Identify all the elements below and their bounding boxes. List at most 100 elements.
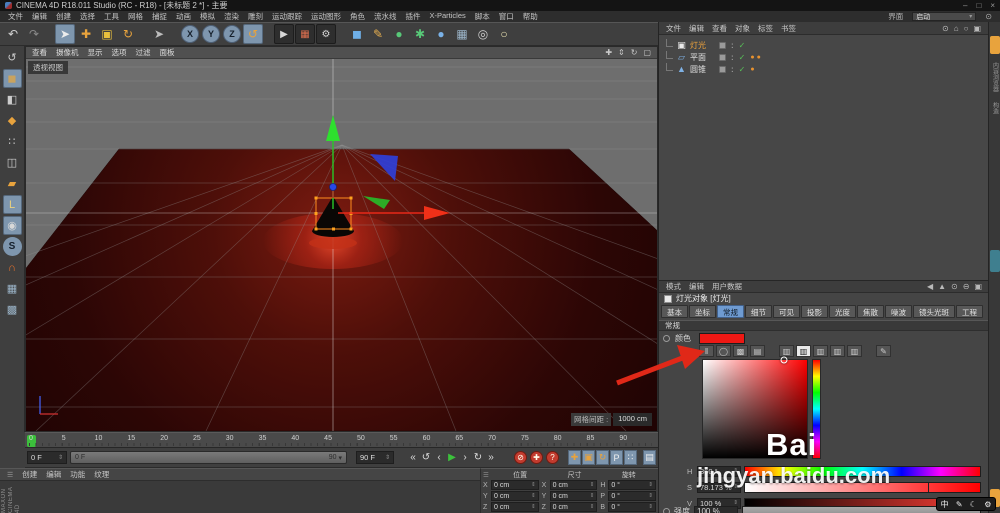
attr-menu-item[interactable]: 模式 <box>666 281 681 292</box>
picker-mode-icon[interactable]: ▥ <box>830 345 845 357</box>
frame-range-slider[interactable]: 0 F 90 ▾ <box>70 451 347 464</box>
rotation-field[interactable]: H0 ° <box>600 480 657 490</box>
om-menu-item[interactable]: 编辑 <box>689 23 704 34</box>
attribute-tab[interactable]: 镜头光斑 <box>913 305 955 318</box>
picker-mode-icon[interactable]: ‖ <box>699 345 714 357</box>
mode-icon[interactable]: ◆ <box>3 111 22 130</box>
menu-item[interactable]: 创建 <box>56 11 71 22</box>
om-menu-item[interactable]: 文件 <box>666 23 681 34</box>
enabled-check-icon[interactable]: ✓ <box>739 41 746 50</box>
toolbar-icon[interactable] <box>264 24 273 44</box>
mode-icon[interactable]: S <box>2 237 22 256</box>
attr-menu-item[interactable]: 用户数据 <box>712 281 742 292</box>
toolbar-icon[interactable]: ↷ <box>24 24 44 44</box>
toolbar-icon[interactable]: ✚ <box>76 24 96 44</box>
toolbar-icon[interactable]: ➤ <box>55 24 75 44</box>
material-menu-item[interactable]: 纹理 <box>94 469 109 480</box>
keying-toggle[interactable]: ▣ <box>582 450 595 465</box>
keying-toggle[interactable]: P <box>610 450 623 465</box>
enabled-check-icon[interactable]: ✓ <box>739 65 746 74</box>
record-button[interactable]: ? <box>546 451 559 464</box>
menu-item[interactable]: 帮助 <box>523 11 538 22</box>
attribute-tab[interactable]: 基本 <box>661 305 688 318</box>
sv-marker[interactable] <box>780 356 788 364</box>
size-field[interactable]: X0 cm <box>542 480 598 490</box>
object-name[interactable]: 灯光 <box>690 40 706 51</box>
toolbar-icon[interactable] <box>45 24 54 44</box>
menu-item[interactable]: 运动跟踪 <box>272 11 302 22</box>
picker-mode-icon[interactable]: ✎ <box>876 345 891 357</box>
picker-mode-icon[interactable]: ▤ <box>750 345 765 357</box>
mode-icon[interactable]: ∩ <box>3 258 22 277</box>
toolbar-icon[interactable]: X <box>181 25 199 43</box>
menu-item[interactable]: 窗口 <box>499 11 514 22</box>
mode-icon[interactable]: ↺ <box>3 48 22 67</box>
menu-item[interactable]: 选择 <box>80 11 95 22</box>
om-menu-item[interactable]: 查看 <box>712 23 727 34</box>
material-menu-item[interactable]: 功能 <box>70 469 85 480</box>
object-name[interactable]: 圆锥 <box>690 64 706 75</box>
menu-item[interactable]: 脚本 <box>475 11 490 22</box>
om-corner-icon[interactable]: ▣ <box>973 24 981 33</box>
menu-item[interactable]: 动画 <box>176 11 191 22</box>
toolbar-icon[interactable]: ✎ <box>368 24 388 44</box>
mode-icon[interactable]: ◧ <box>3 90 22 109</box>
ime-icon[interactable]: ⚙ <box>984 500 991 509</box>
menu-item[interactable]: 模拟 <box>200 11 215 22</box>
attr-menu-item[interactable]: 编辑 <box>689 281 704 292</box>
material-menu-item[interactable]: 编辑 <box>46 469 61 480</box>
keying-toggle[interactable]: ↻ <box>596 450 609 465</box>
window-button[interactable]: × <box>990 1 995 10</box>
rotation-field[interactable]: P0 ° <box>600 491 657 501</box>
transport-button[interactable]: « <box>407 450 419 465</box>
attribute-tab[interactable]: 光度 <box>829 305 856 318</box>
menu-item[interactable]: 雕刻 <box>248 11 263 22</box>
section-header[interactable]: 常规 <box>659 320 989 331</box>
timeline-ruler[interactable]: 0 5 10 15 20 25 30 35 40 45 50 55 60 65 70 75 80 85 90 <box>25 432 658 448</box>
material-menu-item[interactable]: 创建 <box>22 469 37 480</box>
transport-button[interactable]: › <box>459 450 471 465</box>
toolbar-icon[interactable]: ↶ <box>3 24 23 44</box>
om-corner-icon[interactable]: ○ <box>964 24 969 33</box>
position-field[interactable]: Y0 cm <box>483 491 539 501</box>
viewport-canvas[interactable] <box>26 59 657 431</box>
mode-icon[interactable]: L <box>2 195 22 214</box>
menu-item[interactable]: 网格 <box>128 11 143 22</box>
keying-options-toggle[interactable]: ▤ <box>643 450 656 465</box>
object-row[interactable]: ▣ 灯光 : ✓ <box>666 39 988 51</box>
transport-button[interactable]: ↺ <box>420 450 432 465</box>
enabled-check-icon[interactable]: ✓ <box>739 53 746 62</box>
keyframe-dot-icon[interactable] <box>663 508 670 513</box>
ime-bar[interactable]: 中 ✎ ☾ ⚙ <box>936 497 996 511</box>
attribute-tab[interactable]: 常规 <box>717 305 744 318</box>
toolbar-icon[interactable]: ▦ <box>452 24 472 44</box>
layer-icon[interactable] <box>719 41 726 49</box>
toolbar-icon[interactable]: ▶ <box>274 24 294 44</box>
viewport-menu-item[interactable]: 面板 <box>160 47 175 58</box>
mode-icon[interactable]: ▰ <box>3 174 22 193</box>
position-field[interactable]: X0 cm <box>483 480 539 490</box>
menu-item[interactable]: 文件 <box>8 11 23 22</box>
plane-object[interactable] <box>26 148 657 431</box>
visibility-dots-icon[interactable]: : <box>731 65 734 74</box>
record-button[interactable]: ✚ <box>530 451 543 464</box>
toolbar-icon[interactable]: ↺ <box>243 24 263 44</box>
layer-icon[interactable] <box>719 65 726 73</box>
toolbar-icon[interactable]: ⚙ <box>316 24 336 44</box>
picker-mode-icon[interactable]: ▥ <box>847 345 862 357</box>
attribute-tab[interactable]: 细节 <box>745 305 772 318</box>
menu-item[interactable]: 渲染 <box>224 11 239 22</box>
keyframe-dot-icon[interactable] <box>663 335 670 342</box>
toolbar-icon[interactable]: ◎ <box>473 24 493 44</box>
toolbar-icon[interactable]: ◼ <box>347 24 367 44</box>
attribute-tab[interactable]: 投影 <box>801 305 828 318</box>
ime-icon[interactable]: 中 <box>941 499 949 510</box>
toolbar-icon[interactable] <box>337 24 346 44</box>
viewport-menu-item[interactable]: 过滤 <box>136 47 151 58</box>
menu-item[interactable]: 插件 <box>406 11 421 22</box>
attr-corner-icon[interactable]: ▣ <box>974 282 982 291</box>
toolbar-icon[interactable]: ▦ <box>295 24 315 44</box>
picker-mode-icon[interactable]: ▥ <box>813 345 828 357</box>
attr-corner-icon[interactable]: ⊖ <box>963 282 970 291</box>
toolbar-icon[interactable]: ✱ <box>410 24 430 44</box>
